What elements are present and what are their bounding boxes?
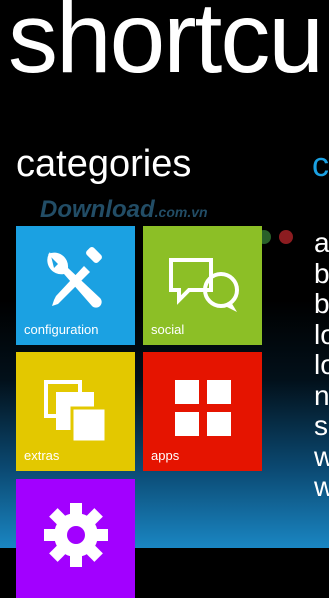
- shortcut-list: a b b lo lo n s w w: [314, 227, 329, 503]
- tools-icon: [47, 247, 102, 308]
- shortcut-list-item[interactable]: b: [314, 258, 329, 290]
- shortcut-list-item[interactable]: w: [314, 471, 329, 503]
- watermark-text: Download: [40, 196, 155, 223]
- tile-social[interactable]: social: [143, 226, 262, 345]
- tile-label-apps: apps: [151, 448, 180, 463]
- watermark: Download.com.vn: [40, 196, 208, 224]
- shortcut-list-item[interactable]: b: [314, 288, 329, 320]
- shortcut-list-item[interactable]: lo: [314, 349, 329, 381]
- tile-label-configuration: configuration: [24, 322, 99, 337]
- shortcut-list-item[interactable]: w: [314, 441, 329, 473]
- tile-apps[interactable]: apps: [143, 352, 262, 471]
- tile-label-social: social: [151, 322, 185, 337]
- tile-extras[interactable]: extras: [16, 352, 135, 471]
- shortcut-list-item[interactable]: lo: [314, 319, 329, 351]
- shortcut-list-item[interactable]: a: [314, 227, 329, 259]
- next-section-heading[interactable]: c: [312, 148, 329, 182]
- app-title: shortcu: [8, 0, 324, 94]
- watermark-dot: [279, 230, 293, 244]
- tile-label-extras: extras: [24, 448, 60, 463]
- app-grid-icon: [175, 380, 231, 436]
- chat-bubbles-icon: [169, 258, 239, 312]
- shortcut-list-item[interactable]: s: [314, 410, 329, 442]
- tile-configuration[interactable]: configuration: [16, 226, 135, 345]
- gear-icon: [44, 503, 108, 567]
- stacked-squares-icon: [44, 380, 108, 444]
- shortcut-list-item[interactable]: n: [314, 380, 329, 412]
- tile-settings[interactable]: [16, 479, 135, 598]
- section-heading-categories: categories: [16, 143, 192, 185]
- watermark-suffix: .com.vn: [154, 204, 208, 220]
